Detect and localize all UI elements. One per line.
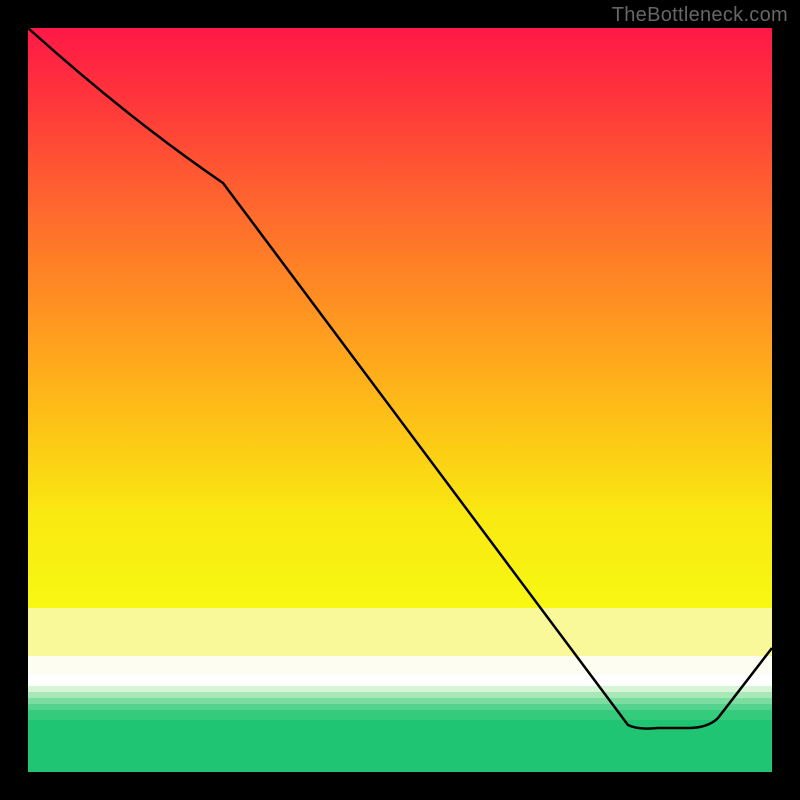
chart-line-layer [28, 28, 772, 772]
plot-area [28, 28, 772, 772]
watermark-text: TheBottleneck.com [612, 4, 788, 27]
bottleneck-curve [28, 28, 772, 729]
